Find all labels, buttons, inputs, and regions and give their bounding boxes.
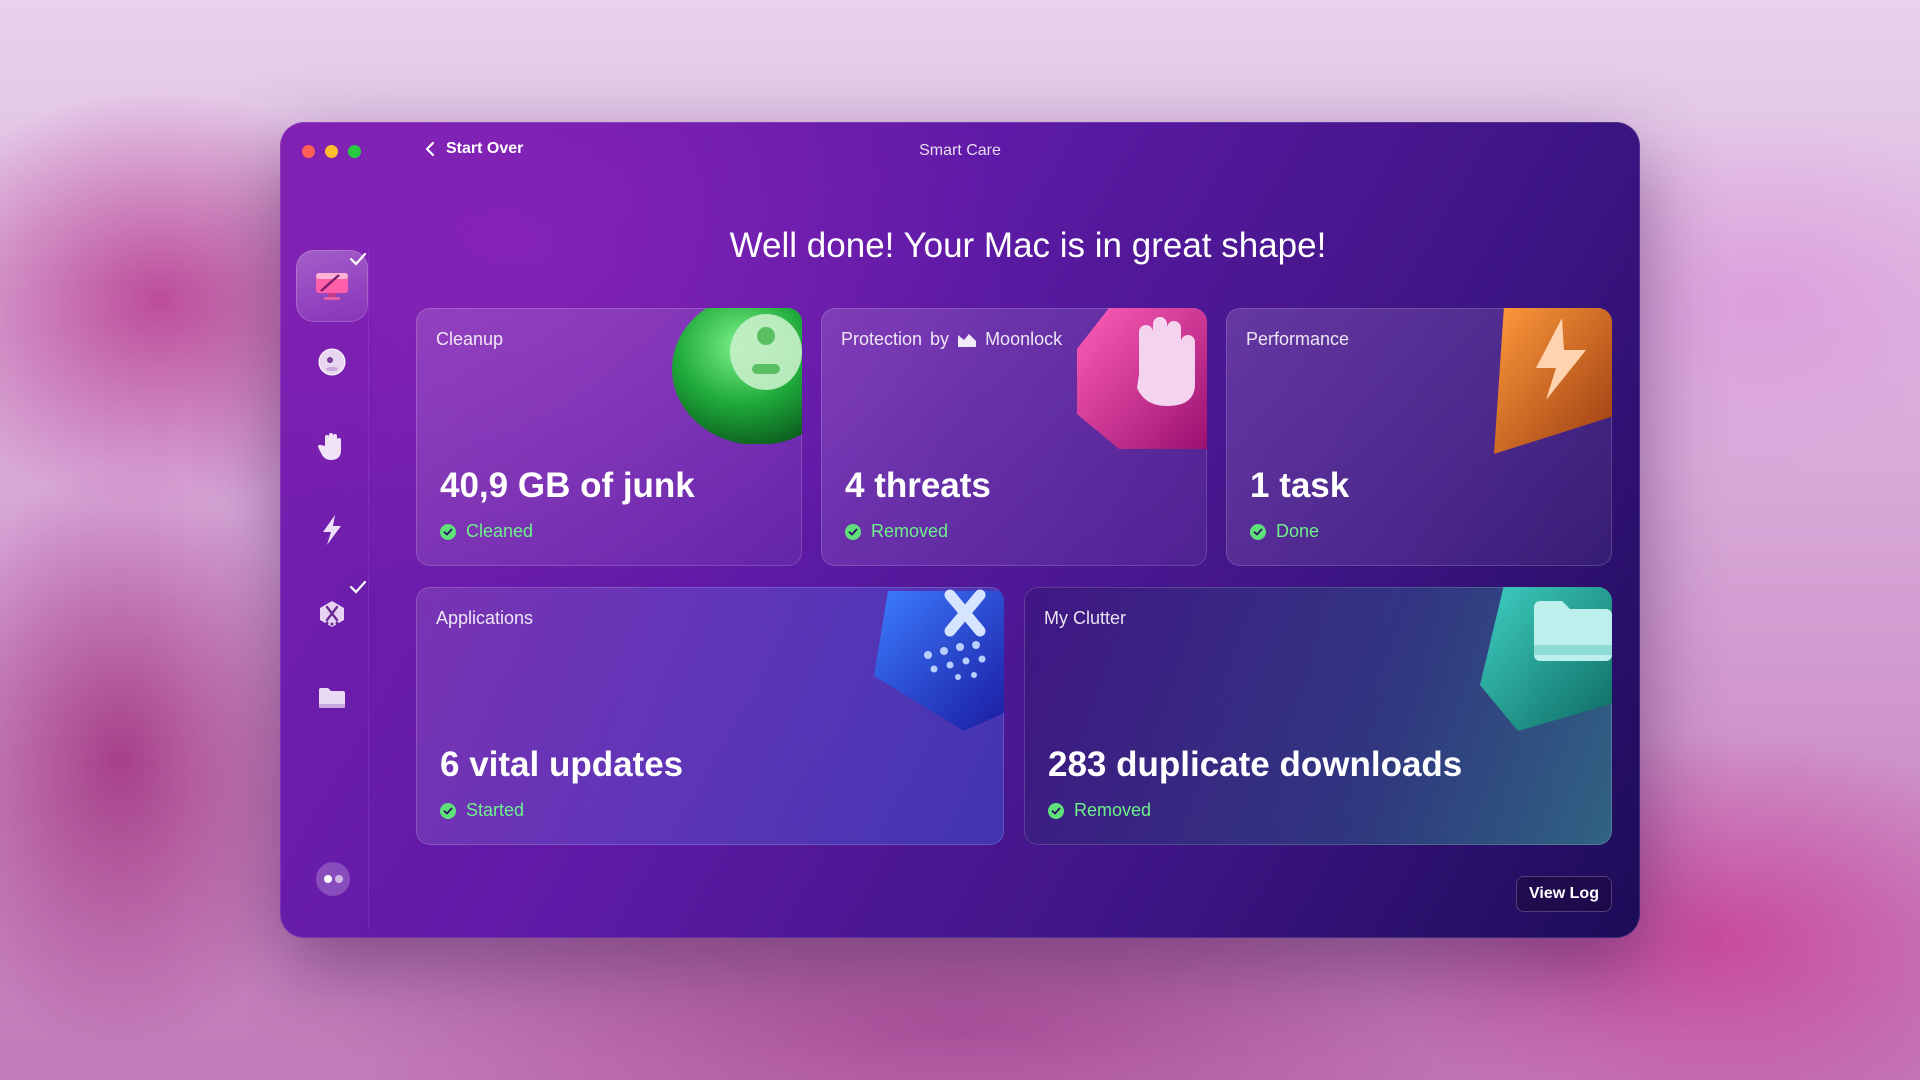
check-circle-icon [1048,802,1064,819]
sidebar-item-performance[interactable] [308,506,356,554]
performance-label: Performance [1246,329,1350,349]
applications-status-text: Started [466,800,525,820]
smart-care-window: Start Over Smart Care Well done! Your Ma… [280,122,1640,938]
apps-icon [320,601,344,627]
result-headline: Well done! Your Mac is in great shape! [729,226,1327,265]
clutter-status-text: Removed [1074,800,1152,820]
assistant-dot-icon [323,875,332,883]
my-clutter-card[interactable]: My Clutter 283 duplicate downloads Remov… [1024,587,1612,845]
protection-status-text: Removed [871,521,949,541]
applications-status: Started [440,800,524,821]
protection-card[interactable]: Protection by Moonlock 4 threats Removed [821,308,1207,566]
sidebar-item-applications[interactable] [308,590,356,638]
check-circle-icon [440,523,456,540]
applications-icon [874,589,1004,731]
assistant-dot-icon [334,875,343,883]
view-log-button[interactable]: View Log [1516,876,1612,912]
hand-icon [317,433,341,460]
clutter-value: 283 duplicate downloads [1048,745,1463,784]
performance-status: Done [1250,521,1319,542]
window-title: Smart Care [919,142,1001,159]
sidebar [296,250,369,930]
applications-card[interactable]: Applications 6 vital updates Started [416,587,1004,845]
cleanup-status: Cleaned [440,521,533,542]
cleanup-bubble-icon [672,308,802,444]
bubble-icon [318,348,346,376]
applications-value: 6 vital updates [440,745,684,784]
performance-card[interactable]: Performance 1 task Done [1226,308,1612,566]
applications-label: Applications [436,608,534,628]
protection-label: Protection by Moonlock [841,329,1062,350]
folder-icon [319,688,345,708]
cleanup-value: 40,9 GB of junk [440,466,695,505]
protection-status: Removed [845,521,948,542]
clutter-label: My Clutter [1044,608,1127,628]
check-circle-icon [1250,523,1266,540]
sidebar-item-cleanup[interactable] [308,338,356,386]
performance-status-text: Done [1276,521,1320,541]
cleanup-label: Cleanup [436,329,504,349]
monitor-icon [316,273,348,300]
protection-hand-icon [1077,308,1207,449]
check-circle-icon [845,523,861,540]
moonlock-brand: Moonlock [985,329,1063,349]
moonlock-logo-icon [958,333,977,347]
protection-value: 4 threats [845,466,991,505]
check-circle-icon [440,802,456,819]
lightning-icon [323,515,341,545]
assistant-button[interactable] [316,862,350,896]
protection-label-text: Protection [841,329,923,349]
performance-lightning-icon [1494,308,1612,454]
clutter-status: Removed [1048,800,1151,821]
performance-value: 1 task [1250,466,1350,505]
sidebar-item-my-clutter[interactable] [308,674,356,722]
checkmark-icon [349,252,367,266]
sidebar-item-protection[interactable] [308,422,356,470]
cleanup-status-text: Cleaned [466,521,534,541]
checkmark-icon [349,580,367,594]
protection-by-text: by [930,329,950,349]
clutter-folder-icon [1480,587,1612,731]
cleanup-card[interactable]: Cleanup 40,9 GB of junk Cleaned [416,308,802,566]
